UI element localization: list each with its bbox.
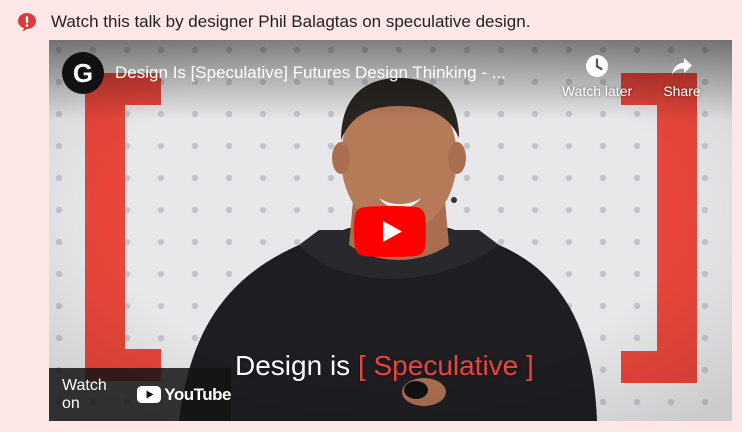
notice-text: Watch this talk by designer Phil Balagta…: [51, 12, 531, 31]
channel-logo-letter: G: [72, 57, 94, 88]
clock-icon: [586, 55, 608, 77]
caption-prefix: Design is: [235, 350, 358, 381]
youtube-logo: YouTube: [137, 385, 231, 405]
youtube-play-icon: [137, 386, 162, 403]
watch-on-label: Watch on: [62, 376, 107, 412]
caption-open-bracket: [: [357, 350, 366, 381]
play-button[interactable]: [354, 206, 426, 257]
exclamation-icon: [18, 13, 36, 32]
share-button[interactable]: Share: [642, 54, 722, 99]
watch-later-button[interactable]: Watch later: [557, 54, 637, 99]
caption-close-bracket: ]: [526, 350, 534, 381]
caption-accent: Speculative: [365, 350, 527, 381]
share-arrow-icon: [672, 58, 692, 75]
share-label: Share: [663, 83, 701, 99]
youtube-embed[interactable]: G Design Is [Speculative] Futures Design…: [49, 40, 732, 421]
video-title[interactable]: Design Is [Speculative] Futures Design T…: [115, 63, 555, 83]
video-caption: Design is [ Speculative ]: [235, 350, 534, 382]
youtube-wordmark: YouTube: [164, 384, 231, 404]
channel-avatar[interactable]: G: [62, 52, 104, 94]
watch-on-youtube-button[interactable]: Watch on YouTube: [49, 368, 231, 421]
notice-callout: Watch this talk by designer Phil Balagta…: [0, 0, 742, 432]
watch-later-label: Watch later: [561, 83, 633, 99]
